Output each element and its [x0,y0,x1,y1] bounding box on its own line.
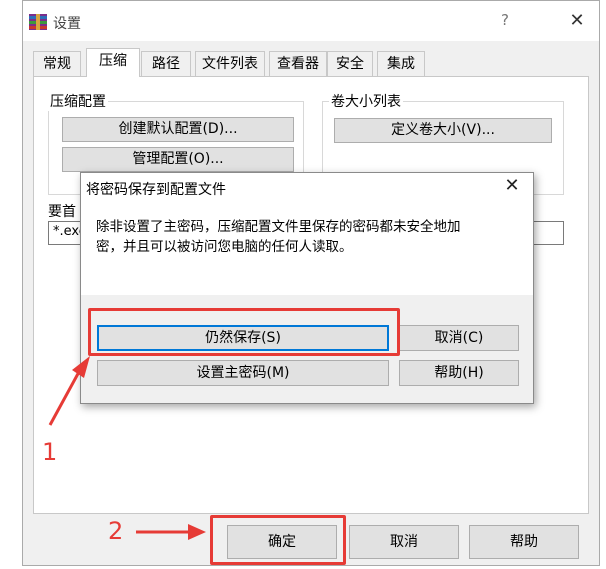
arrow-step-1 [48,356,90,426]
arrow-step-2 [136,524,206,540]
step-2-label: 2 [108,517,124,545]
step-1-label: 1 [42,438,58,466]
annotation-arrows [48,356,206,540]
